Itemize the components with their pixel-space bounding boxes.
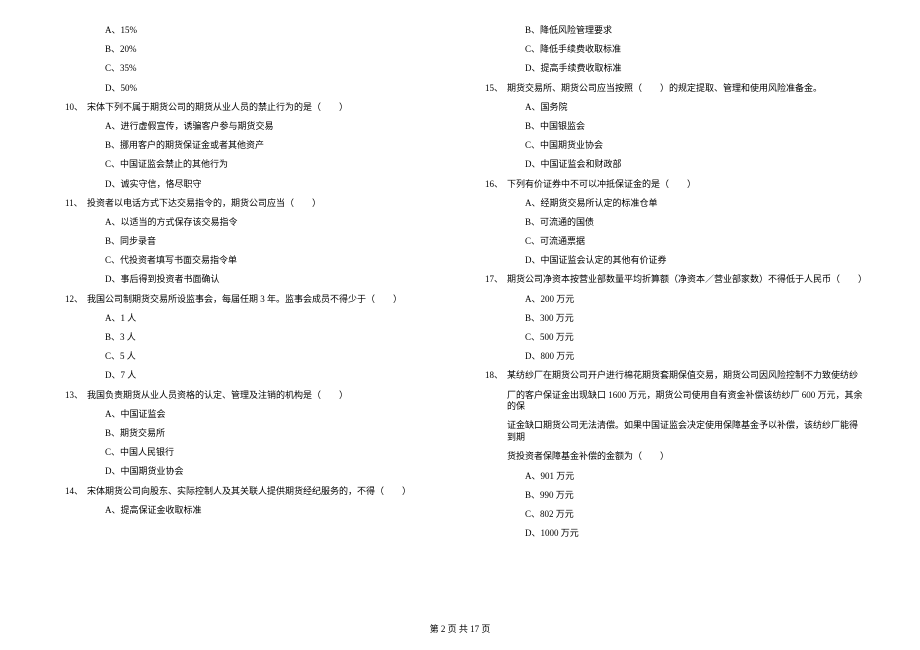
question-text: 某纺纱厂在期货公司开户进行棉花期货套期保值交易，期货公司因风险控制不力致使纺纱 bbox=[507, 370, 865, 382]
option-item: A、以适当的方式保存该交易指令 bbox=[55, 217, 445, 229]
question-number: 14、 bbox=[65, 486, 87, 498]
option-item: A、15% bbox=[55, 25, 445, 37]
question-text: 期货公司净资本按营业部数量平均折算额（净资本／营业部家数）不得低于人民币（ ） bbox=[507, 274, 865, 286]
left-column: A、15% B、20% C、35% D、50% 10、 宋体下列不属于期货公司的… bbox=[55, 25, 445, 605]
question-17: 17、 期货公司净资本按营业部数量平均折算额（净资本／营业部家数）不得低于人民币… bbox=[475, 274, 865, 286]
right-column: B、降低风险管理要求 C、降低手续费收取标准 D、提高手续费收取标准 15、 期… bbox=[475, 25, 865, 605]
option-item: C、35% bbox=[55, 63, 445, 75]
option-item: C、5 人 bbox=[55, 351, 445, 363]
option-item: B、中国银监会 bbox=[475, 121, 865, 133]
option-item: A、提高保证金收取标准 bbox=[55, 505, 445, 517]
option-item: D、诚实守信，恪尽职守 bbox=[55, 179, 445, 191]
question-number: 17、 bbox=[485, 274, 507, 286]
option-item: A、中国证监会 bbox=[55, 409, 445, 421]
page-columns: A、15% B、20% C、35% D、50% 10、 宋体下列不属于期货公司的… bbox=[55, 25, 865, 605]
option-item: A、经期货交易所认定的标准仓单 bbox=[475, 198, 865, 210]
option-item: A、进行虚假宣传，诱骗客户参与期货交易 bbox=[55, 121, 445, 133]
option-item: B、可流通的国债 bbox=[475, 217, 865, 229]
question-number: 16、 bbox=[485, 179, 507, 191]
option-item: D、提高手续费收取标准 bbox=[475, 63, 865, 75]
question-text: 下列有价证券中不可以冲抵保证金的是（ ） bbox=[507, 179, 865, 191]
option-item: B、20% bbox=[55, 44, 445, 56]
question-text: 我国负责期货从业人员资格的认定、管理及注销的机构是（ ） bbox=[87, 390, 445, 402]
question-continuation: 货投资者保障基金补偿的金额为（ ） bbox=[475, 451, 865, 463]
option-item: B、990 万元 bbox=[475, 490, 865, 502]
option-item: C、中国人民银行 bbox=[55, 447, 445, 459]
question-number: 11、 bbox=[65, 198, 87, 210]
option-item: D、50% bbox=[55, 83, 445, 95]
question-continuation: 证金缺口期货公司无法清偿。如果中国证监会决定使用保障基金予以补偿，该纺纱厂能得到… bbox=[475, 420, 865, 443]
question-text: 投资者以电话方式下达交易指令的，期货公司应当（ ） bbox=[87, 198, 445, 210]
question-10: 10、 宋体下列不属于期货公司的期货从业人员的禁止行为的是（ ） bbox=[55, 102, 445, 114]
question-text: 宋体下列不属于期货公司的期货从业人员的禁止行为的是（ ） bbox=[87, 102, 445, 114]
option-item: C、降低手续费收取标准 bbox=[475, 44, 865, 56]
question-text: 期货交易所、期货公司应当按照（ ）的规定提取、管理和使用风险准备金。 bbox=[507, 83, 865, 95]
question-15: 15、 期货交易所、期货公司应当按照（ ）的规定提取、管理和使用风险准备金。 bbox=[475, 83, 865, 95]
option-item: D、7 人 bbox=[55, 370, 445, 382]
option-item: B、降低风险管理要求 bbox=[475, 25, 865, 37]
option-item: D、1000 万元 bbox=[475, 528, 865, 540]
question-continuation: 厂的客户保证金出现缺口 1600 万元，期货公司使用自有资金补偿该纺纱厂 600… bbox=[475, 390, 865, 413]
question-13: 13、 我国负责期货从业人员资格的认定、管理及注销的机构是（ ） bbox=[55, 390, 445, 402]
question-text: 宋体期货公司向股东、实际控制人及其关联人提供期货经纪服务的，不得（ ） bbox=[87, 486, 445, 498]
option-item: A、200 万元 bbox=[475, 294, 865, 306]
option-item: D、中国期货业协会 bbox=[55, 466, 445, 478]
option-item: B、同步录音 bbox=[55, 236, 445, 248]
option-item: D、中国证监会认定的其他有价证券 bbox=[475, 255, 865, 267]
question-number: 12、 bbox=[65, 294, 87, 306]
option-item: C、中国证监会禁止的其他行为 bbox=[55, 159, 445, 171]
option-item: D、事后得到投资者书面确认 bbox=[55, 274, 445, 286]
option-item: C、代投资者填写书面交易指令单 bbox=[55, 255, 445, 267]
option-item: B、挪用客户的期货保证金或者其他资产 bbox=[55, 140, 445, 152]
question-11: 11、 投资者以电话方式下达交易指令的，期货公司应当（ ） bbox=[55, 198, 445, 210]
option-item: D、中国证监会和财政部 bbox=[475, 159, 865, 171]
option-item: A、1 人 bbox=[55, 313, 445, 325]
question-number: 13、 bbox=[65, 390, 87, 402]
option-item: B、3 人 bbox=[55, 332, 445, 344]
option-item: C、中国期货业协会 bbox=[475, 140, 865, 152]
question-18: 18、 某纺纱厂在期货公司开户进行棉花期货套期保值交易，期货公司因风险控制不力致… bbox=[475, 370, 865, 382]
option-item: C、802 万元 bbox=[475, 509, 865, 521]
option-item: B、期货交易所 bbox=[55, 428, 445, 440]
option-item: C、500 万元 bbox=[475, 332, 865, 344]
question-text: 我国公司制期货交易所设监事会，每届任期 3 年。监事会成员不得少于（ ） bbox=[87, 294, 445, 306]
question-14: 14、 宋体期货公司向股东、实际控制人及其关联人提供期货经纪服务的，不得（ ） bbox=[55, 486, 445, 498]
question-16: 16、 下列有价证券中不可以冲抵保证金的是（ ） bbox=[475, 179, 865, 191]
option-item: D、800 万元 bbox=[475, 351, 865, 363]
question-12: 12、 我国公司制期货交易所设监事会，每届任期 3 年。监事会成员不得少于（ ） bbox=[55, 294, 445, 306]
option-item: A、国务院 bbox=[475, 102, 865, 114]
option-item: A、901 万元 bbox=[475, 471, 865, 483]
question-number: 15、 bbox=[485, 83, 507, 95]
option-item: C、可流通票据 bbox=[475, 236, 865, 248]
option-item: B、300 万元 bbox=[475, 313, 865, 325]
question-number: 10、 bbox=[65, 102, 87, 114]
question-number: 18、 bbox=[485, 370, 507, 382]
page-footer: 第 2 页 共 17 页 bbox=[0, 622, 920, 635]
